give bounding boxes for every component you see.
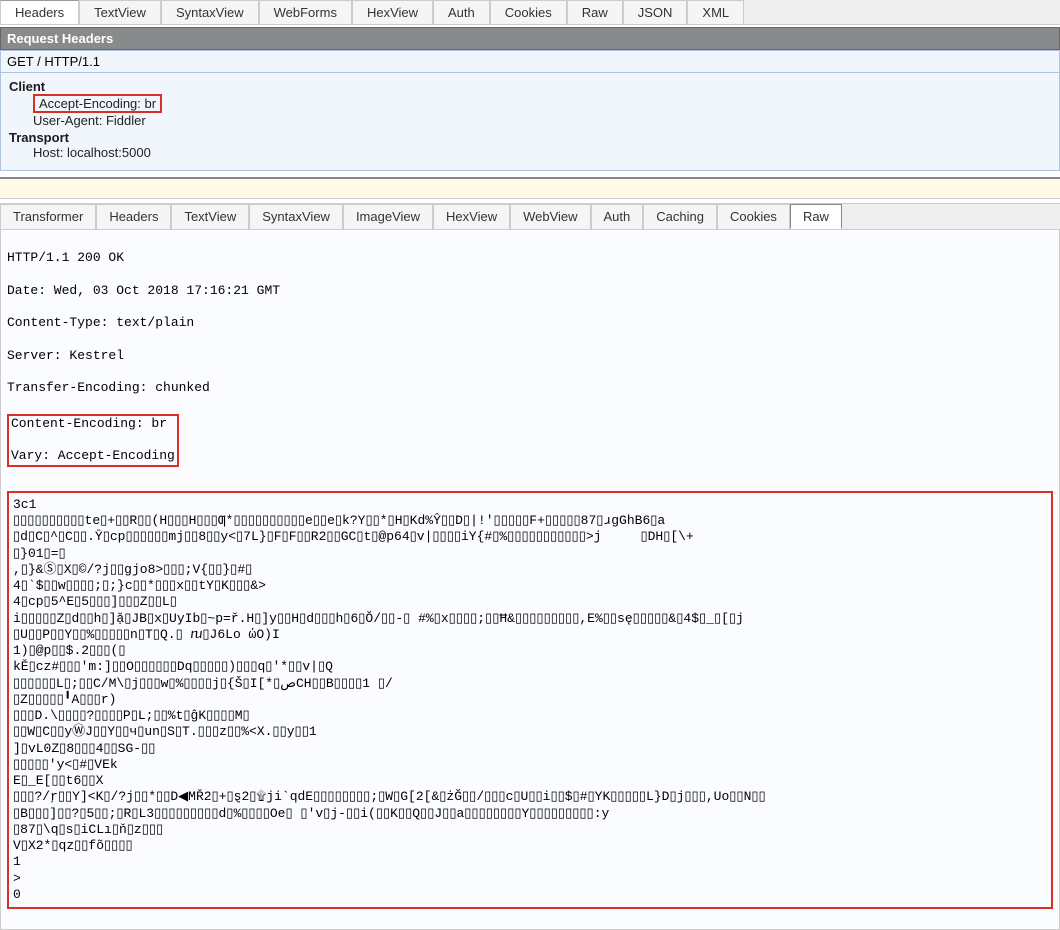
tab-resp-headers[interactable]: Headers <box>96 204 171 229</box>
tab-resp-auth[interactable]: Auth <box>591 204 644 229</box>
tab-xml[interactable]: XML <box>687 0 744 24</box>
resp-body-content: 3c1 ▯▯▯▯▯▯▯▯▯▯te▯+▯▯R▯▯(H▯▯▯H▯▯▯Ƣ*▯▯▯▯▯▯… <box>13 497 766 902</box>
transport-group-label: Transport <box>9 130 1051 145</box>
resp-body-highlight: 3c1 ▯▯▯▯▯▯▯▯▯▯te▯+▯▯R▯▯(H▯▯▯H▯▯▯Ƣ*▯▯▯▯▯▯… <box>7 491 1053 909</box>
response-tabbar: Transformer Headers TextView SyntaxView … <box>0 203 1060 230</box>
panel-divider[interactable] <box>0 177 1060 199</box>
tab-cookies[interactable]: Cookies <box>490 0 567 24</box>
resp-status-line: HTTP/1.1 200 OK <box>7 250 1053 266</box>
tab-auth[interactable]: Auth <box>433 0 490 24</box>
accept-encoding-highlight: Accept-Encoding: br <box>33 94 162 113</box>
user-agent-header: User-Agent: Fiddler <box>33 113 1051 128</box>
tab-json[interactable]: JSON <box>623 0 688 24</box>
tab-webview[interactable]: WebView <box>510 204 590 229</box>
resp-server-header: Server: Kestrel <box>7 348 1053 364</box>
client-group-label: Client <box>9 79 1051 94</box>
resp-encoding-highlight: Content-Encoding: br Vary: Accept-Encodi… <box>7 414 179 467</box>
resp-content-type-header: Content-Type: text/plain <box>7 315 1053 331</box>
tab-textview[interactable]: TextView <box>79 0 161 24</box>
tab-caching[interactable]: Caching <box>643 204 717 229</box>
tab-webforms[interactable]: WebForms <box>259 0 352 24</box>
accept-encoding-header: Accept-Encoding: br <box>33 94 1051 113</box>
request-line: GET / HTTP/1.1 <box>0 50 1060 73</box>
tab-resp-syntaxview[interactable]: SyntaxView <box>249 204 343 229</box>
tab-hexview[interactable]: HexView <box>352 0 433 24</box>
resp-vary-header: Vary: Accept-Encoding <box>11 448 175 464</box>
tab-resp-textview[interactable]: TextView <box>171 204 249 229</box>
request-header-panel: Client Accept-Encoding: br User-Agent: F… <box>0 73 1060 171</box>
tab-imageview[interactable]: ImageView <box>343 204 433 229</box>
resp-content-encoding-header: Content-Encoding: br <box>11 416 175 432</box>
response-raw-area[interactable]: HTTP/1.1 200 OK Date: Wed, 03 Oct 2018 1… <box>0 230 1060 930</box>
tab-syntaxview[interactable]: SyntaxView <box>161 0 259 24</box>
tab-headers[interactable]: Headers <box>0 0 79 24</box>
resp-transfer-encoding-header: Transfer-Encoding: chunked <box>7 380 1053 396</box>
request-tabbar: Headers TextView SyntaxView WebForms Hex… <box>0 0 1060 25</box>
resp-date-header: Date: Wed, 03 Oct 2018 17:16:21 GMT <box>7 283 1053 299</box>
tab-raw[interactable]: Raw <box>567 0 623 24</box>
tab-resp-raw[interactable]: Raw <box>790 204 842 229</box>
host-header: Host: localhost:5000 <box>33 145 1051 160</box>
tab-resp-hexview[interactable]: HexView <box>433 204 510 229</box>
request-headers-title: Request Headers <box>0 27 1060 50</box>
tab-resp-cookies[interactable]: Cookies <box>717 204 790 229</box>
tab-transformer[interactable]: Transformer <box>0 204 96 229</box>
